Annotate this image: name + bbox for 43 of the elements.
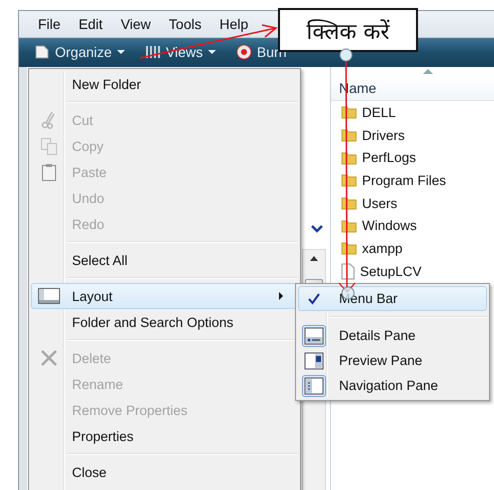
delete-icon bbox=[41, 350, 57, 366]
explorer-entry[interactable]: xampp bbox=[331, 237, 494, 260]
folder-icon bbox=[341, 104, 357, 120]
organize-icon bbox=[34, 44, 50, 60]
menu-item[interactable]: Help bbox=[210, 14, 258, 34]
menu-item[interactable]: File bbox=[29, 14, 70, 34]
callout-tooltip: क्लिक करें bbox=[278, 8, 418, 52]
menu-item[interactable]: Tools bbox=[160, 14, 210, 34]
menu-item[interactable]: Navigation Pane bbox=[298, 373, 487, 398]
menu-item[interactable]: View bbox=[112, 14, 160, 34]
caret-icon bbox=[116, 50, 125, 54]
menu-item[interactable]: New Folder bbox=[31, 71, 298, 97]
explorer-entry[interactable]: Program Files bbox=[331, 169, 494, 192]
folder-icon bbox=[341, 127, 357, 144]
explorer-entry[interactable]: PerfLogs bbox=[331, 146, 494, 170]
scroll-up-icon bbox=[310, 256, 318, 261]
menu-item[interactable]: Preview Pane bbox=[298, 348, 487, 373]
views-icon bbox=[144, 44, 161, 60]
menu-item[interactable]: Folder and Search Options bbox=[31, 309, 298, 335]
disc-icon bbox=[236, 44, 252, 60]
menu-item[interactable]: Close bbox=[31, 459, 298, 485]
folder-icon bbox=[341, 150, 357, 166]
dropdown-button[interactable]: Organize bbox=[27, 40, 132, 64]
explorer-entry[interactable]: Users bbox=[331, 192, 494, 214]
menu-item[interactable]: Select All bbox=[31, 247, 298, 273]
clipboard-icon bbox=[41, 163, 57, 181]
explorer-entry[interactable]: DELL bbox=[331, 101, 494, 124]
scissors-icon bbox=[41, 111, 57, 129]
copy-icon bbox=[40, 137, 58, 155]
chevron-icon[interactable] bbox=[311, 225, 323, 233]
explorer-entry[interactable]: Windows bbox=[331, 214, 494, 238]
dropdown-button[interactable]: Views bbox=[138, 40, 223, 64]
caret-icon bbox=[208, 50, 216, 54]
explorer-entry[interactable]: SetupLCV bbox=[331, 260, 494, 282]
sort-arrow-icon bbox=[423, 69, 433, 74]
menu-item[interactable]: Details Pane bbox=[298, 323, 487, 348]
explorer-entry[interactable]: Drivers bbox=[331, 124, 494, 146]
submenu-arrow-icon bbox=[279, 292, 283, 300]
menu-item[interactable]: Edit bbox=[70, 14, 112, 34]
menu-item[interactable]: Properties bbox=[31, 423, 298, 449]
menu-item[interactable]: Menu Bar bbox=[298, 286, 487, 311]
layout-icon bbox=[38, 288, 60, 304]
menu-item[interactable]: Layout bbox=[31, 283, 298, 309]
